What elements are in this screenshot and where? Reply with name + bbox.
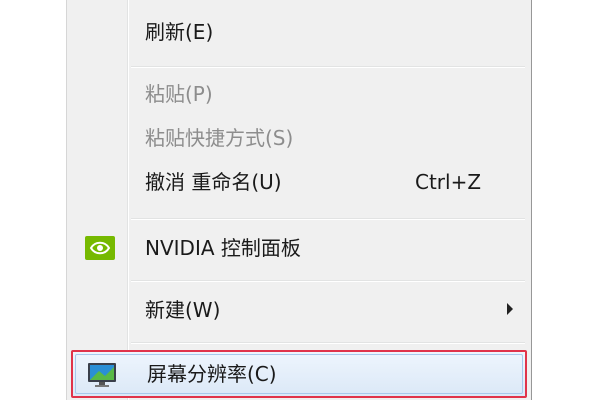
menu-item-undo-rename[interactable]: 撤消 重命名(U) Ctrl+Z bbox=[71, 160, 527, 204]
menu-item-paste-shortcut[interactable]: 粘贴快捷方式(S) bbox=[71, 116, 527, 160]
nvidia-logo-icon bbox=[85, 236, 115, 260]
menu-item-nvidia-control-panel[interactable]: NVIDIA 控制面板 bbox=[71, 226, 527, 270]
menu-item-label: 新建(W) bbox=[145, 298, 221, 322]
menu-separator bbox=[131, 342, 525, 344]
submenu-arrow-icon bbox=[507, 303, 513, 315]
desktop-context-menu-screenshot: 刷新(E) 粘贴(P) 粘贴快捷方式(S) 撤消 重命名(U) Ctrl+Z N… bbox=[0, 0, 600, 400]
menu-item-label: 刷新(E) bbox=[145, 20, 214, 44]
monitor-icon bbox=[87, 362, 117, 387]
context-menu: 刷新(E) 粘贴(P) 粘贴快捷方式(S) 撤消 重命名(U) Ctrl+Z N… bbox=[66, 0, 532, 400]
hover-highlight bbox=[75, 354, 523, 394]
menu-item-label: 屏幕分辨率(C) bbox=[147, 362, 277, 386]
menu-item-refresh[interactable]: 刷新(E) bbox=[71, 10, 527, 54]
menu-item-label: 撤消 重命名(U) bbox=[145, 170, 282, 194]
menu-item-label: NVIDIA 控制面板 bbox=[145, 236, 301, 260]
menu-separator bbox=[131, 66, 525, 68]
menu-separator bbox=[131, 280, 525, 282]
menu-item-shortcut: Ctrl+Z bbox=[415, 170, 482, 194]
menu-item-new[interactable]: 新建(W) bbox=[71, 288, 527, 332]
menu-item-paste[interactable]: 粘贴(P) bbox=[71, 72, 527, 116]
menu-item-label: 粘贴(P) bbox=[145, 82, 213, 106]
menu-item-screen-resolution[interactable]: 屏幕分辨率(C) bbox=[71, 350, 527, 398]
menu-item-label: 粘贴快捷方式(S) bbox=[145, 126, 294, 150]
menu-separator bbox=[131, 218, 525, 220]
